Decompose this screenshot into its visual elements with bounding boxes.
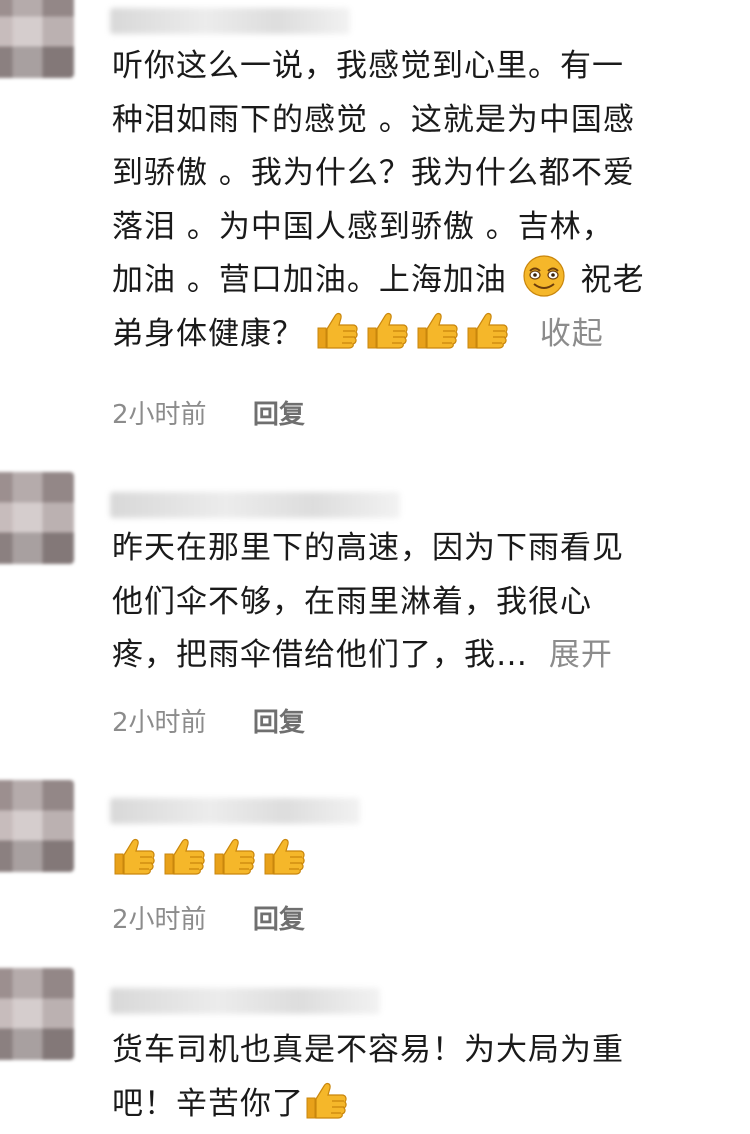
comment-line: 吧！辛苦你了: [112, 1078, 722, 1132]
username-blurred[interactable]: [110, 798, 360, 824]
comment-text: 听你这么一说，我感觉到心里。有一 种泪如雨下的感觉 。这就是为中国感 到骄傲 。…: [112, 40, 722, 361]
timestamp: 2小时前: [112, 905, 207, 935]
comment-line-text: 弟身体健康？: [112, 315, 304, 352]
comment-meta: 2小时前 回复: [112, 899, 305, 936]
thumbs-up-icon: [162, 836, 206, 876]
comment-line: 落泪 。为中国人感到骄傲 。吉林，: [112, 208, 614, 245]
username-blurred[interactable]: [110, 492, 400, 518]
reply-button[interactable]: 回复: [253, 905, 305, 935]
avatar[interactable]: [0, 968, 74, 1060]
comment-line: 货车司机也真是不容易！为大局为重: [112, 1032, 624, 1068]
thumbs-up-icon: [112, 836, 156, 876]
comment-line: 听你这么一说，我感觉到心里。有一: [112, 48, 624, 84]
collapse-toggle[interactable]: 收起: [540, 316, 604, 352]
comment-line: 他们伞不够，在雨里淋着，我很心: [112, 583, 592, 620]
comment-line: 加油 。营口加油。上海加油 祝老: [112, 254, 722, 308]
smile-emoji-icon: [522, 254, 566, 298]
comment-line: 昨天在那里下的高速，因为下雨看见: [112, 530, 624, 566]
comment-line: 疼，把雨伞借给他们了，我… 展开: [112, 629, 722, 683]
reply-button[interactable]: 回复: [253, 708, 305, 738]
comment-line-text: 疼，把雨伞借给他们了，我…: [112, 637, 528, 673]
thumbs-up-icon: [262, 836, 306, 876]
comment-text: 货车司机也真是不容易！为大局为重 吧！辛苦你了: [112, 1024, 722, 1131]
timestamp: 2小时前: [112, 708, 207, 738]
comment-line-text: 吧！辛苦你了: [112, 1085, 304, 1122]
thumbs-up-icon: [465, 310, 509, 350]
expand-toggle[interactable]: 展开: [549, 637, 613, 673]
avatar[interactable]: [0, 472, 74, 564]
emoji-row: [112, 836, 312, 876]
comment-meta: 2小时前 回复: [112, 394, 305, 431]
comment-meta: 2小时前 回复: [112, 702, 305, 739]
comment-line-text: 加油 。营口加油。上海加油: [112, 262, 507, 298]
timestamp: 2小时前: [112, 400, 207, 430]
avatar[interactable]: [0, 0, 74, 78]
thumbs-up-icon: [365, 310, 409, 350]
comment-line: 到骄傲 。我为什么？我为什么都不爱: [112, 155, 635, 191]
comment-line: 弟身体健康？ 收起: [112, 308, 722, 362]
comment-line: 种泪如雨下的感觉 。这就是为中国感: [112, 101, 635, 138]
username-blurred[interactable]: [110, 8, 350, 34]
reply-button[interactable]: 回复: [253, 400, 305, 430]
thumbs-up-icon: [415, 310, 459, 350]
username-blurred[interactable]: [110, 988, 380, 1014]
thumbs-up-icon: [304, 1080, 348, 1120]
avatar[interactable]: [0, 780, 74, 872]
thumbs-up-icon: [212, 836, 256, 876]
thumbs-up-icon: [315, 310, 359, 350]
comment-text: 昨天在那里下的高速，因为下雨看见 他们伞不够，在雨里淋着，我很心 疼，把雨伞借给…: [112, 522, 722, 683]
comment-line-text: 祝老: [580, 262, 645, 298]
